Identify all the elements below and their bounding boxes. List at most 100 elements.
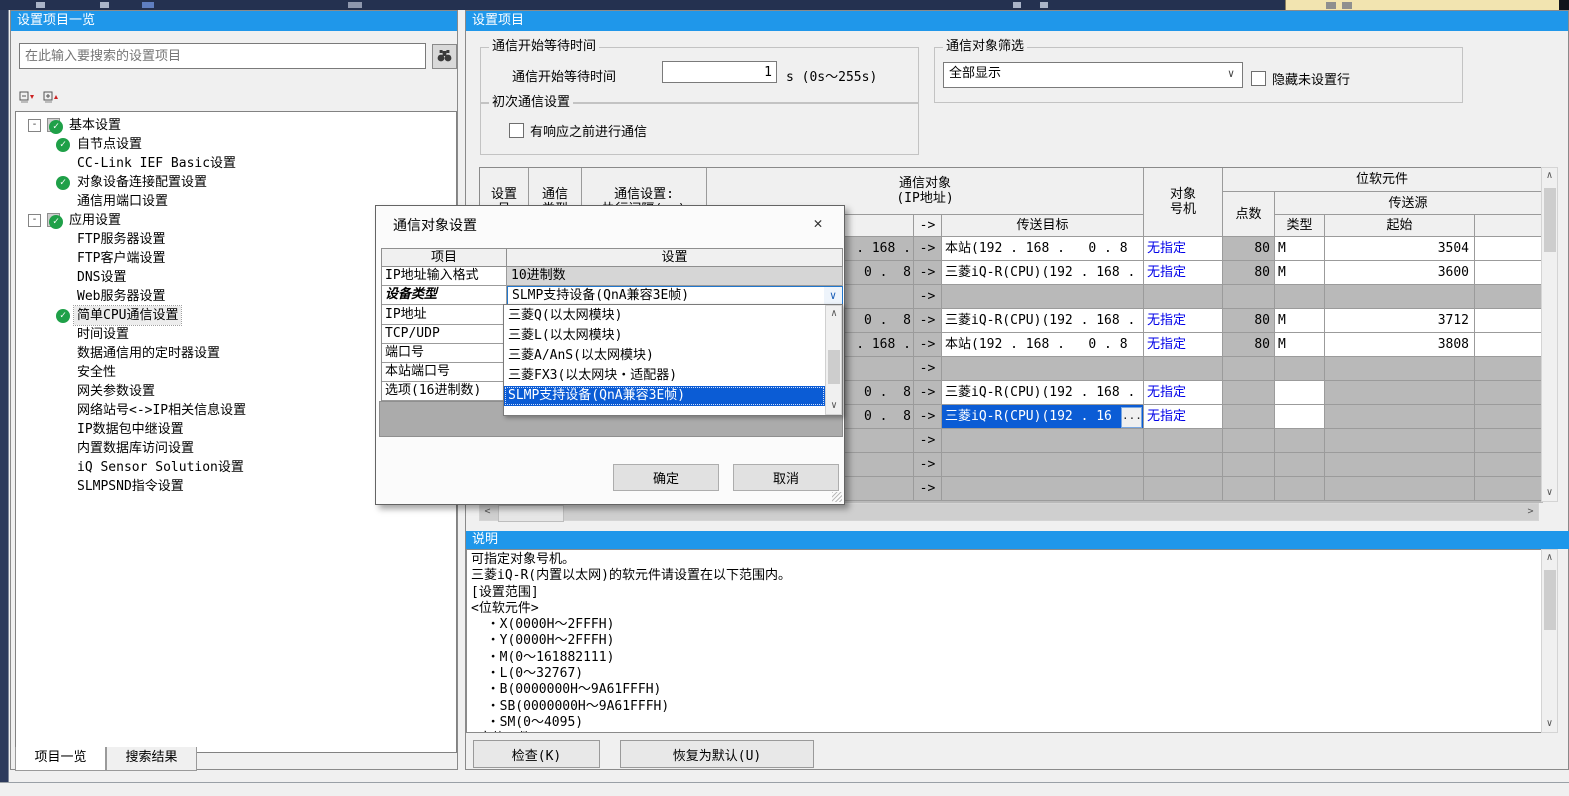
table-horizontal-scrollbar[interactable]: < > — [479, 503, 1539, 521]
type-cell[interactable] — [1275, 429, 1325, 453]
transfer-target-cell[interactable]: 本站(192 . 168 . 0 . 8 — [942, 333, 1144, 357]
start-cell[interactable]: 3712 — [1325, 309, 1475, 333]
points-cell[interactable]: 80 — [1223, 261, 1275, 285]
search-button[interactable] — [432, 44, 457, 69]
scroll-right-icon[interactable]: > — [1523, 504, 1538, 520]
description-scrollbar[interactable]: ∧ ∨ — [1541, 549, 1558, 733]
ellipsis-button[interactable]: ... — [1121, 407, 1142, 428]
target-unit-cell[interactable]: 无指定 — [1144, 309, 1223, 333]
cancel-button[interactable]: 取消 — [733, 464, 839, 491]
target-unit-cell[interactable] — [1144, 477, 1223, 501]
target-unit-cell[interactable]: 无指定 — [1144, 261, 1223, 285]
target-unit-cell[interactable]: 无指定 — [1144, 333, 1223, 357]
chevron-down-icon[interactable]: ∨ — [824, 287, 842, 305]
filter-select[interactable]: 全部显示 ∨ — [943, 62, 1243, 88]
start-cell[interactable] — [1325, 405, 1475, 429]
transfer-target-cell[interactable]: 三菱iQ-R(CPU)(192 . 168 . — [942, 381, 1144, 405]
target-unit-cell[interactable]: 无指定 — [1144, 237, 1223, 261]
start-cell[interactable] — [1325, 285, 1475, 309]
transfer-target-cell[interactable] — [942, 453, 1144, 477]
hide-unset-rows-checkbox[interactable] — [1251, 71, 1266, 86]
type-cell[interactable] — [1275, 285, 1325, 309]
start-cell[interactable]: 3600 — [1325, 261, 1475, 285]
points-cell[interactable]: 80 — [1223, 333, 1275, 357]
expander-icon[interactable]: - — [28, 214, 41, 227]
transfer-target-cell[interactable]: 三菱iQ-R(CPU)(192 . 168 . — [942, 309, 1144, 333]
resize-grip[interactable] — [832, 492, 842, 502]
points-cell[interactable]: 80 — [1223, 237, 1275, 261]
target-unit-cell[interactable] — [1144, 429, 1223, 453]
target-unit-cell[interactable]: 无指定 — [1144, 405, 1223, 429]
scrollbar-thumb[interactable] — [828, 350, 840, 384]
transfer-target-cell[interactable] — [942, 285, 1144, 309]
points-cell[interactable] — [1223, 453, 1275, 477]
start-cell[interactable] — [1325, 453, 1475, 477]
dropdown-option[interactable]: 三菱FX3(以太网块・适配器) — [504, 366, 825, 386]
tab-search-results[interactable]: 搜索结果 — [106, 747, 197, 771]
scroll-up-icon[interactable]: ∧ — [826, 306, 842, 322]
scroll-down-icon[interactable]: ∨ — [1542, 485, 1557, 501]
search-input[interactable] — [19, 43, 426, 69]
type-cell[interactable]: M — [1275, 333, 1325, 357]
scroll-down-icon[interactable]: ∨ — [1542, 716, 1557, 732]
type-cell[interactable]: M — [1275, 261, 1325, 285]
expand-all-icon[interactable] — [43, 91, 61, 107]
tab-item-list[interactable]: 项目一览 — [15, 747, 106, 771]
start-cell[interactable] — [1325, 429, 1475, 453]
points-cell[interactable] — [1223, 357, 1275, 381]
restore-default-button[interactable]: 恢复为默认(U) — [620, 740, 814, 768]
transfer-target-cell[interactable] — [942, 429, 1144, 453]
points-cell[interactable] — [1223, 381, 1275, 405]
scroll-down-icon[interactable]: ∨ — [826, 398, 842, 414]
tree-item-自节点设置[interactable]: ✓自节点设置 — [16, 135, 456, 154]
dialog-property-row[interactable]: IP地址输入格式10进制数 — [382, 267, 843, 286]
start-cell[interactable]: 3504 — [1325, 237, 1475, 261]
points-cell[interactable]: 80 — [1223, 309, 1275, 333]
transfer-target-cell[interactable] — [942, 477, 1144, 501]
type-cell[interactable] — [1275, 381, 1325, 405]
ok-button[interactable]: 确定 — [613, 464, 719, 491]
scroll-up-icon[interactable]: ∧ — [1542, 550, 1557, 566]
scrollbar-thumb[interactable] — [1544, 188, 1556, 252]
check-button[interactable]: 检查(K) — [473, 740, 600, 768]
target-unit-cell[interactable] — [1144, 453, 1223, 477]
transfer-target-cell[interactable] — [942, 357, 1144, 381]
collapse-all-icon[interactable] — [19, 91, 37, 107]
device-type-combobox[interactable]: SLMP支持设备(QnA兼容3E帧)∨ — [507, 286, 843, 306]
dropdown-scrollbar[interactable]: ∧ ∨ — [825, 305, 842, 415]
dropdown-option[interactable]: 三菱L(以太网模块) — [504, 326, 825, 346]
type-cell[interactable] — [1275, 477, 1325, 501]
transfer-target-cell[interactable]: 本站(192 . 168 . 0 . 8 — [942, 237, 1144, 261]
start-cell[interactable]: 3808 — [1325, 333, 1475, 357]
points-cell[interactable] — [1223, 477, 1275, 501]
start-cell[interactable] — [1325, 357, 1475, 381]
tree-item-CC-Link IEF Basic设置[interactable]: CC-Link IEF Basic设置 — [16, 154, 456, 173]
scroll-up-icon[interactable]: ∧ — [1542, 168, 1557, 184]
wait-time-input[interactable] — [662, 61, 777, 83]
table-vertical-scrollbar[interactable]: ∧ ∨ — [1541, 167, 1558, 502]
points-cell[interactable] — [1223, 429, 1275, 453]
start-cell[interactable] — [1325, 381, 1475, 405]
transfer-target-cell[interactable]: 三菱iQ-R(CPU)(192 . 16... — [942, 405, 1144, 429]
type-cell[interactable]: M — [1275, 309, 1325, 333]
dialog-property-row[interactable]: 设备类型SLMP支持设备(QnA兼容3E帧)∨ — [382, 286, 843, 306]
points-cell[interactable] — [1223, 405, 1275, 429]
tree-item-对象设备连接配置设置[interactable]: ✓对象设备连接配置设置 — [16, 173, 456, 192]
dropdown-option[interactable]: SLMP支持设备(QnA兼容3E帧) — [504, 386, 825, 406]
scrollbar-thumb[interactable] — [498, 505, 564, 522]
dropdown-option[interactable]: 三菱Q(以太网模块) — [504, 306, 825, 326]
type-cell[interactable]: M — [1275, 237, 1325, 261]
tree-item-基本设置[interactable]: -✓基本设置 — [16, 116, 456, 135]
start-cell[interactable] — [1325, 477, 1475, 501]
close-icon[interactable]: ✕ — [806, 211, 830, 235]
scrollbar-thumb[interactable] — [1544, 570, 1556, 630]
type-cell[interactable] — [1275, 357, 1325, 381]
type-cell[interactable] — [1275, 405, 1325, 429]
type-cell[interactable] — [1275, 453, 1325, 477]
scroll-left-icon[interactable]: < — [480, 504, 495, 520]
points-cell[interactable] — [1223, 285, 1275, 309]
respond-before-comm-checkbox[interactable] — [509, 123, 524, 138]
dialog-property-value[interactable]: 10进制数 — [507, 267, 843, 286]
dropdown-option[interactable]: 三菱A/AnS(以太网模块) — [504, 346, 825, 366]
transfer-target-cell[interactable]: 三菱iQ-R(CPU)(192 . 168 . — [942, 261, 1144, 285]
